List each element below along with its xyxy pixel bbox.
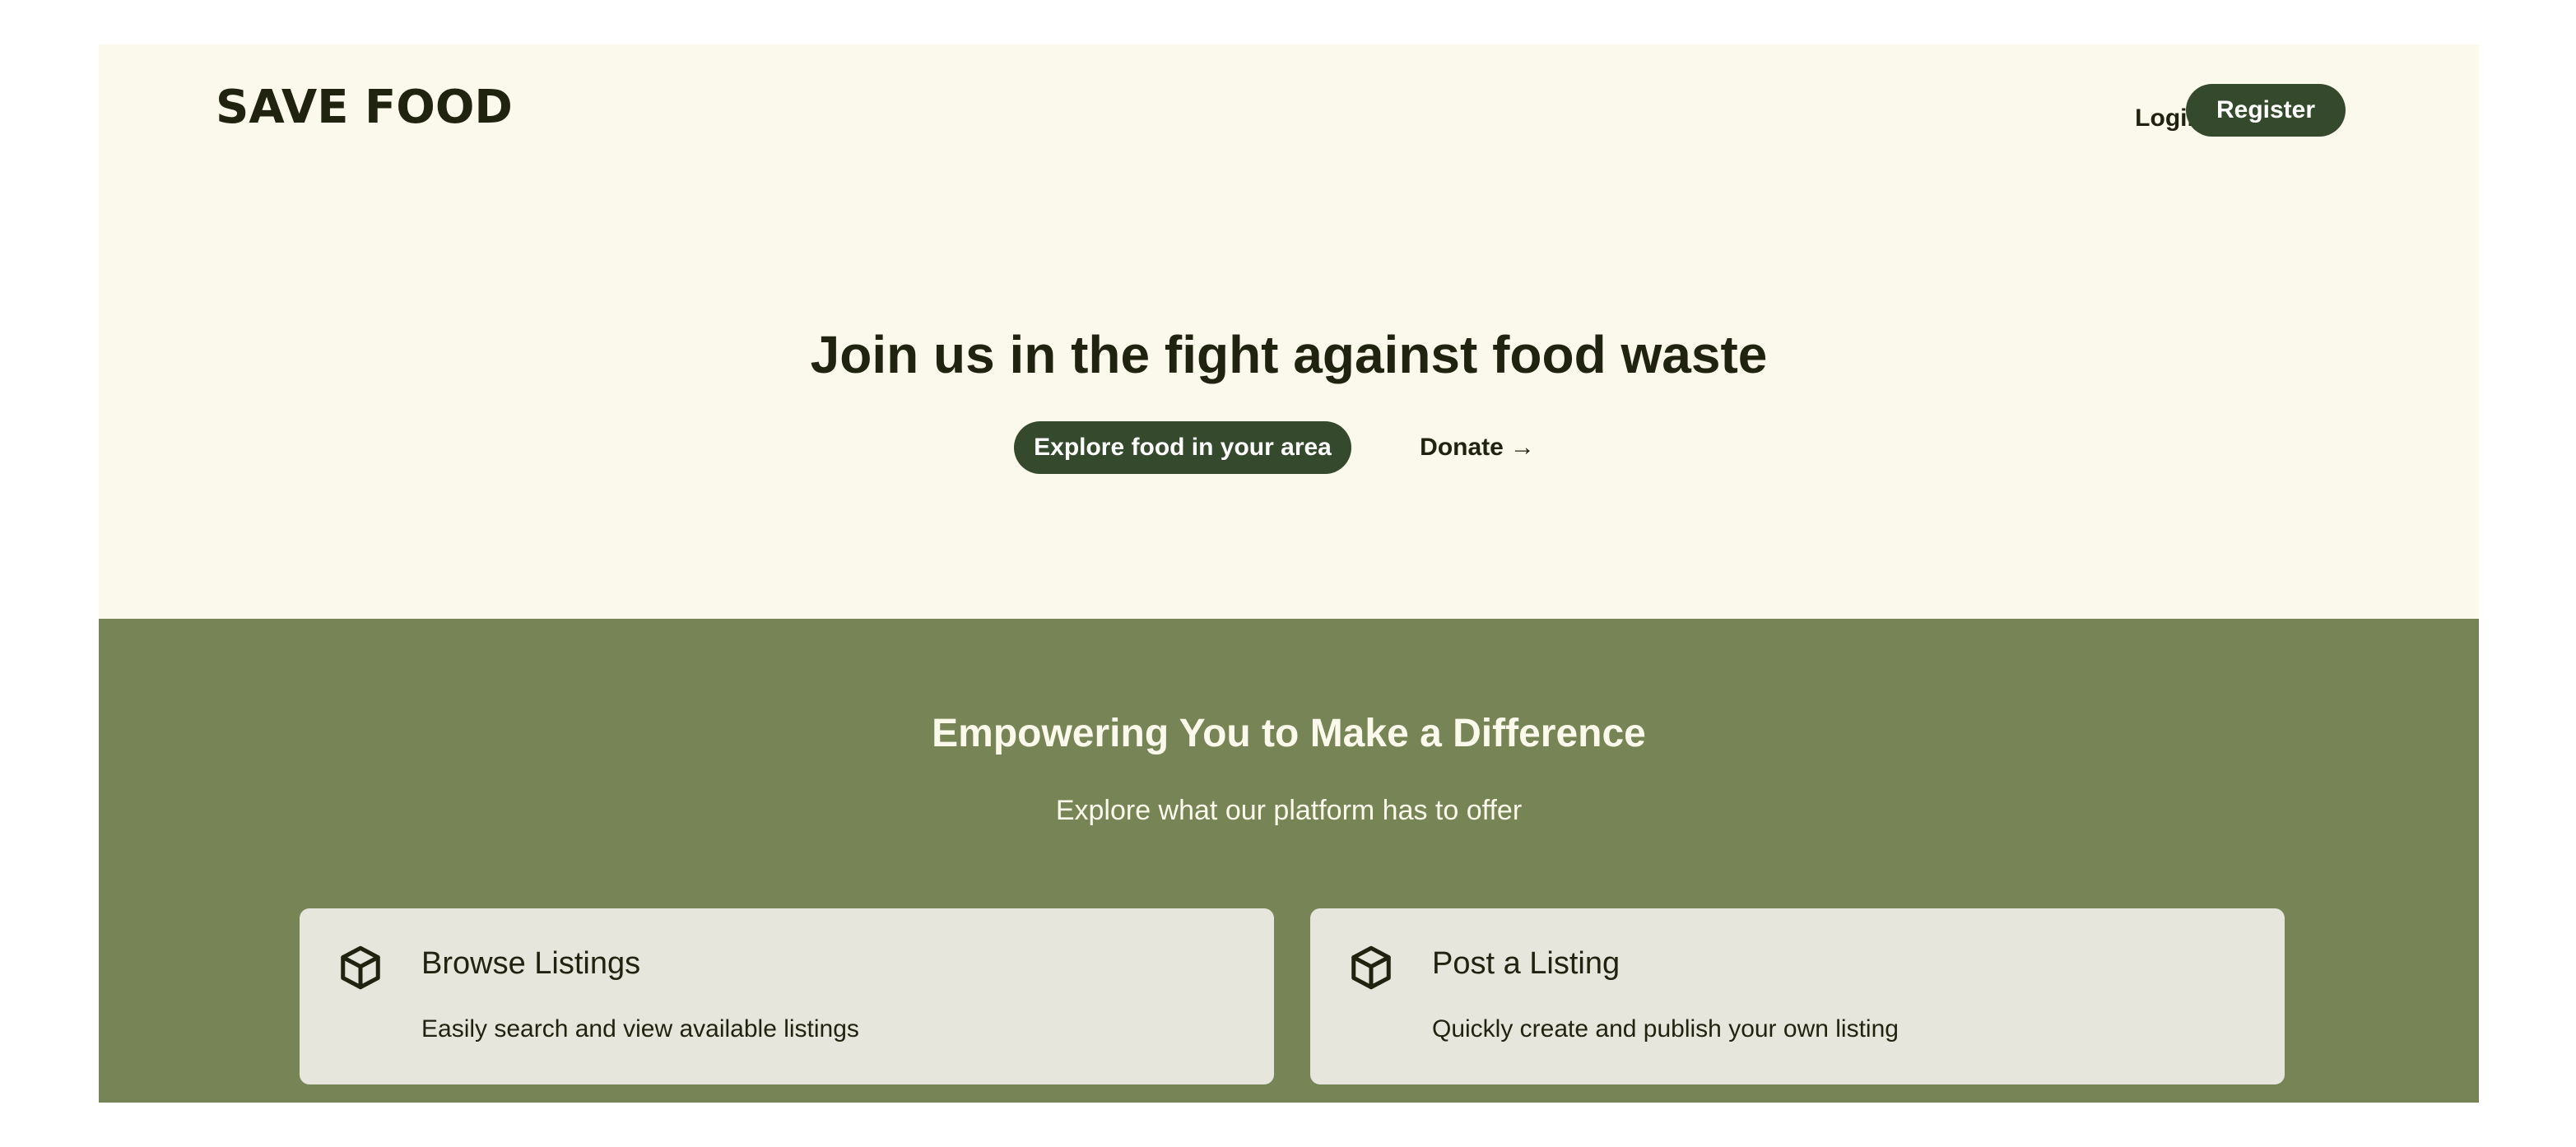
page: SAVE FOOD Login Register Join us in the … — [99, 44, 2479, 1103]
arrow-right-icon: → — [1509, 434, 1535, 461]
box-icon — [341, 945, 380, 990]
box-icon — [1351, 945, 1391, 990]
features-section: Empowering You to Make a Difference Expl… — [99, 619, 2479, 1103]
explore-food-button[interactable]: Explore food in your area — [1014, 421, 1351, 474]
site-logo[interactable]: SAVE FOOD — [216, 81, 513, 134]
card-description: Quickly create and publish your own list… — [1432, 1015, 1899, 1043]
hero-title: Join us in the fight against food waste — [810, 325, 1768, 384]
card-description: Easily search and view available listing… — [421, 1015, 859, 1043]
hero-actions: Explore food in your area Donate → — [99, 421, 2479, 474]
register-button[interactable]: Register — [2186, 84, 2346, 137]
feature-card-browse-listings[interactable]: Browse Listings Easily search and view a… — [300, 908, 1274, 1084]
hero-section: SAVE FOOD Login Register Join us in the … — [99, 44, 2479, 619]
features-title: Empowering You to Make a Difference — [932, 712, 1646, 755]
donate-label: Donate — [1420, 434, 1504, 461]
card-title: Post a Listing — [1432, 946, 1620, 981]
card-title: Browse Listings — [421, 946, 641, 981]
features-subtitle: Explore what our platform has to offer — [1055, 795, 1523, 826]
donate-link[interactable]: Donate → — [1407, 421, 1547, 474]
feature-card-post-listing[interactable]: Post a Listing Quickly create and publis… — [1310, 908, 2285, 1084]
